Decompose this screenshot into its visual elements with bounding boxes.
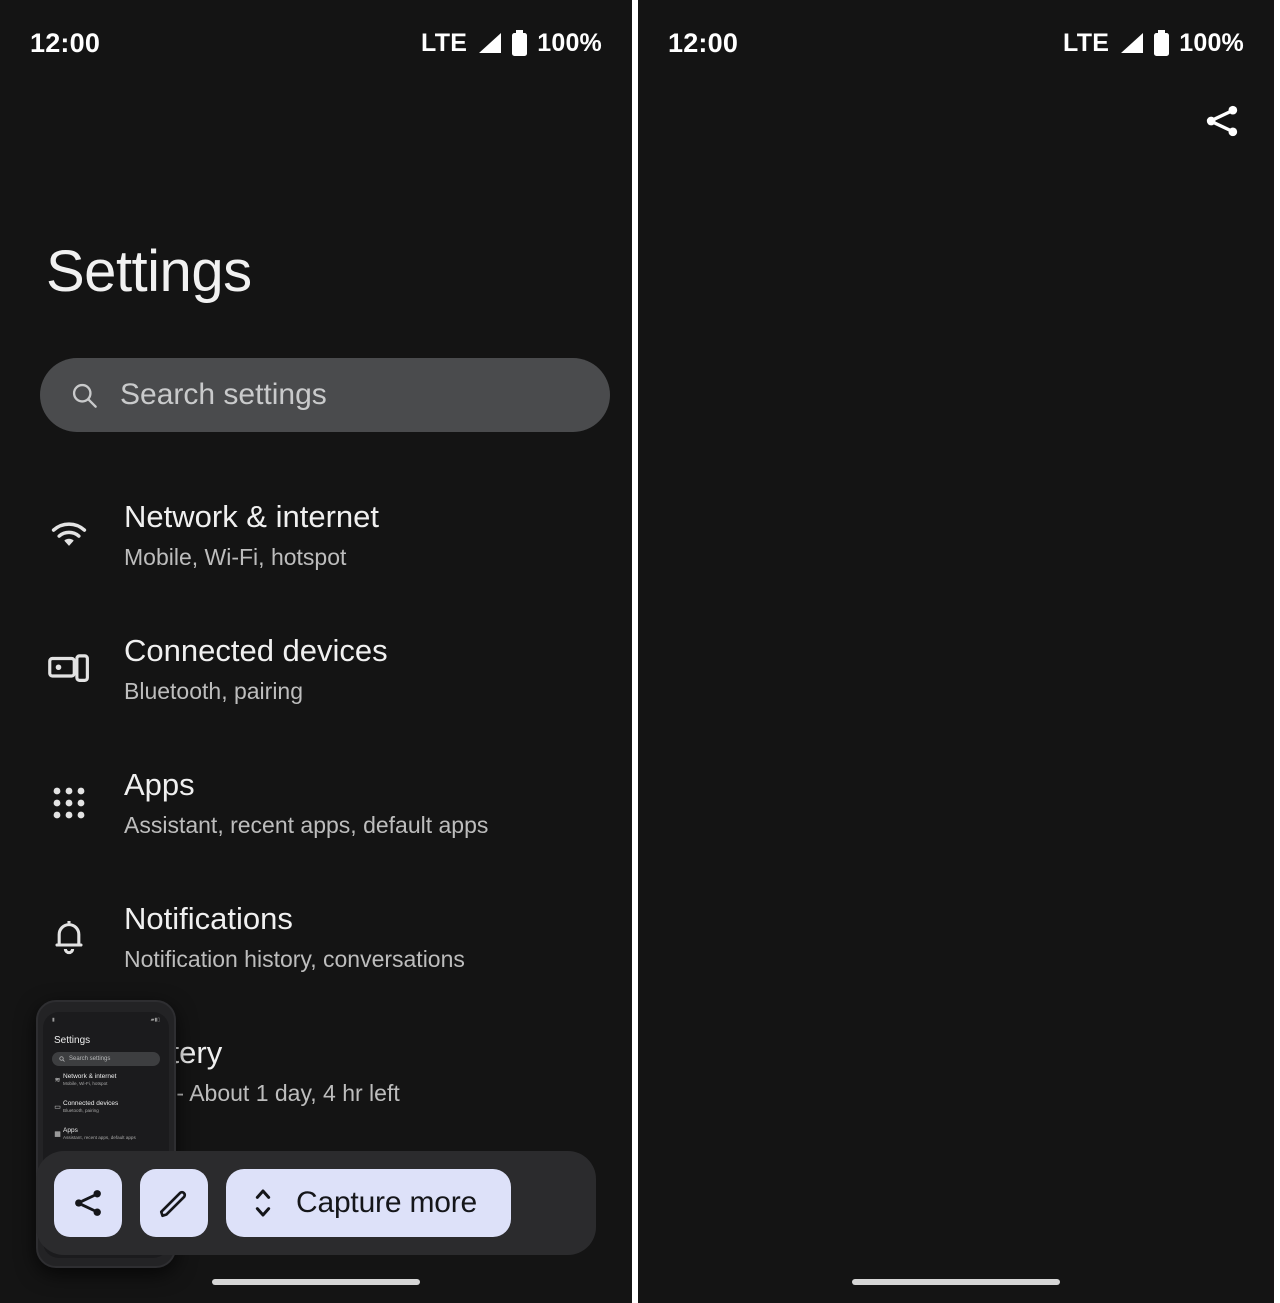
network-type-label: LTE xyxy=(1062,28,1110,57)
thumbnail-row: ≋ Network & internet Mobile, Wi-Fi, hotspo… xyxy=(43,1066,169,1093)
search-icon xyxy=(59,1056,65,1062)
status-bar-indicators: LTE 100% xyxy=(421,29,602,58)
search-icon xyxy=(72,383,97,408)
settings-row-title: Network & internet xyxy=(124,499,379,535)
left-phone-screen: 12:00 LTE 100% Settings Search settings xyxy=(0,0,632,1303)
thumbnail-row-subtitle: Mobile, Wi-Fi, hotspot xyxy=(63,1081,108,1087)
settings-row-title: Notifications xyxy=(124,901,293,937)
search-placeholder: Search settings xyxy=(120,378,327,411)
thumbnail-row-subtitle: Assistant, recent apps, default apps xyxy=(63,1135,136,1141)
apps-grid-icon: ▦ xyxy=(54,1130,61,1138)
wifi-icon: ≋ xyxy=(54,1076,61,1084)
settings-row-notifications[interactable]: Notifications Notification history, conv… xyxy=(0,870,632,1004)
devices-icon xyxy=(46,653,92,685)
bell-icon xyxy=(46,917,92,957)
battery-percent-label: 100% xyxy=(537,28,602,57)
settings-row-subtitle: Assistant, recent apps, default apps xyxy=(124,812,489,838)
signal-icon xyxy=(1121,33,1144,53)
screenshot-comparison-stage: 12:00 LTE 100% Settings Search settings xyxy=(0,0,1280,1303)
settings-row-subtitle: Bluetooth, pairing xyxy=(124,678,304,704)
home-indicator xyxy=(852,1279,1060,1285)
thumbnail-row-title: Apps xyxy=(63,1126,78,1134)
settings-row-network[interactable]: Network & internet Mobile, Wi-Fi, hotspo… xyxy=(0,468,632,602)
capture-more-button[interactable]: Capture more xyxy=(226,1169,512,1237)
apps-grid-icon xyxy=(46,785,92,821)
settings-row-subtitle: Notification history, conversations xyxy=(124,946,465,972)
status-bar: 12:00 LTE 100% xyxy=(638,0,1274,86)
right-phone-screen: 12:00 LTE 100% ≋Network & internetMobile… xyxy=(638,0,1274,1303)
capture-more-label: Capture more xyxy=(296,1186,478,1219)
network-type-label: LTE xyxy=(420,28,468,57)
status-bar-time: 12:00 xyxy=(668,27,739,58)
thumbnail-row: ▭ Connected devices Bluetooth, pairing xyxy=(43,1093,169,1120)
settings-row-apps[interactable]: Apps Assistant, recent apps, default app… xyxy=(0,736,632,870)
screenshot-action-bar: Capture more xyxy=(36,1151,596,1255)
devices-icon: ▭ xyxy=(54,1103,61,1111)
settings-row-connected-devices[interactable]: Connected devices Bluetooth, pairing xyxy=(0,602,632,736)
battery-icon xyxy=(1154,30,1170,56)
wifi-icon xyxy=(46,519,92,551)
thumbnail-row-title: Connected devices xyxy=(63,1099,119,1107)
thumbnail-row: ▦ Apps Assistant, recent apps, default app… xyxy=(43,1120,169,1147)
thumbnail-row-subtitle: Bluetooth, pairing xyxy=(63,1108,99,1114)
thumbnail-search-field: Search settings xyxy=(52,1052,160,1066)
settings-row-subtitle: Mobile, Wi-Fi, hotspot xyxy=(124,544,347,570)
share-button[interactable] xyxy=(1202,100,1242,142)
thumbnail-row-title: Network & internet xyxy=(63,1072,117,1080)
search-input[interactable]: Search settings xyxy=(40,358,610,432)
home-indicator xyxy=(212,1279,420,1285)
page-title: Settings xyxy=(46,239,252,304)
thumbnail-search-placeholder: Search settings xyxy=(69,1056,111,1062)
status-bar: 12:00 LTE 100% xyxy=(0,0,632,86)
share-icon xyxy=(75,1190,101,1216)
status-bar-indicators: LTE 100% xyxy=(1063,29,1244,58)
thumbnail-title: Settings xyxy=(54,1035,91,1046)
status-bar-time: 12:00 xyxy=(30,27,101,58)
thumbnail-status-bar: ▮ ▰▮▯ xyxy=(52,1017,160,1023)
settings-row-title: Connected devices xyxy=(124,633,388,669)
settings-row-title: Apps xyxy=(124,767,195,803)
expand-vertical-icon xyxy=(255,1189,271,1217)
signal-icon xyxy=(479,33,502,53)
battery-icon xyxy=(512,30,528,56)
battery-percent-label: 100% xyxy=(1179,28,1244,57)
share-button[interactable] xyxy=(54,1169,122,1237)
edit-pencil-icon xyxy=(159,1190,187,1218)
edit-button[interactable] xyxy=(140,1169,208,1237)
